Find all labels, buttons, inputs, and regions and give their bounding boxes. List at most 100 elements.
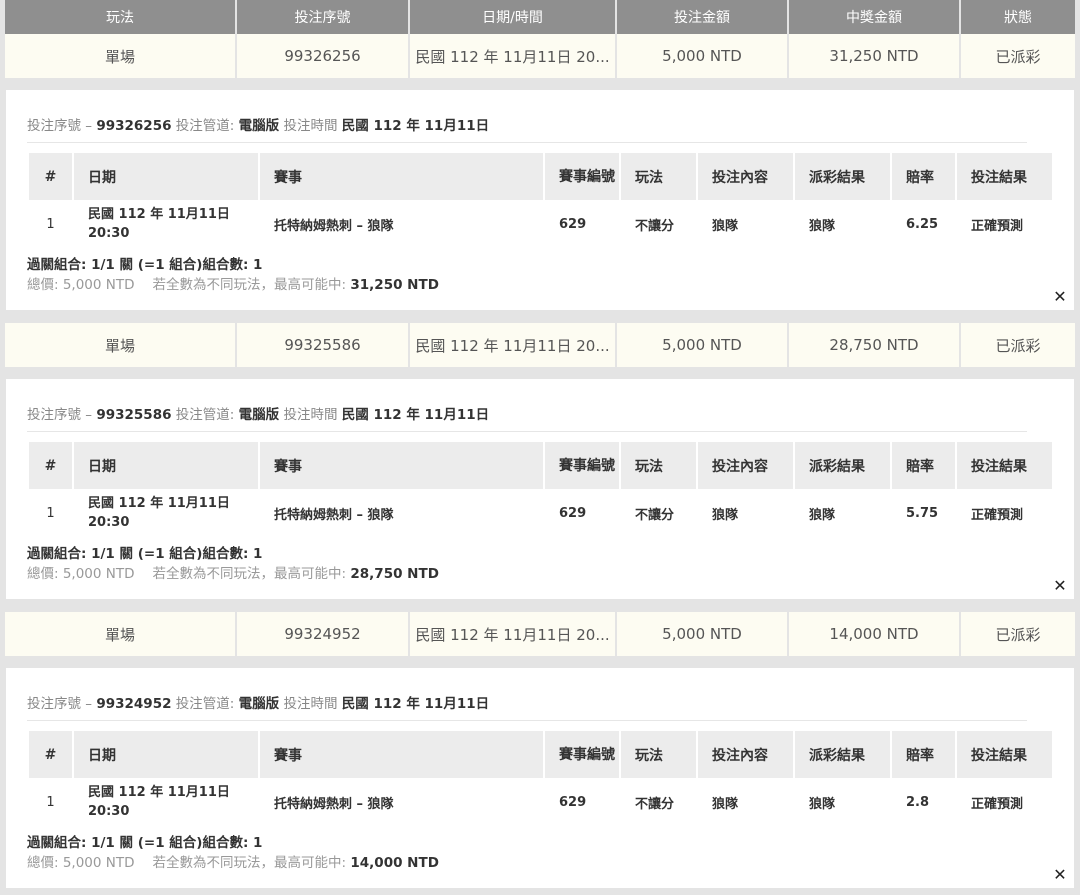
col-match: 賽事 xyxy=(260,442,543,489)
col-content: 投注內容 xyxy=(698,731,793,778)
row-content: 狼隊 xyxy=(712,507,739,523)
col-bet-result: 投注結果 xyxy=(957,153,1052,200)
bet-summary-row[interactable]: 單場 99324952 民國 112 年 11月11日 20... 5,000 … xyxy=(0,612,1080,656)
close-icon[interactable]: ✕ xyxy=(1050,864,1070,884)
serial-value: 99326256 xyxy=(96,118,172,134)
row-content: 狼隊 xyxy=(712,218,739,234)
bet-detail-panel: 投注序號 – 99325586 投注管道: 電腦版 投注時間 民國 112 年 … xyxy=(6,379,1074,599)
bet-summary-row[interactable]: 單場 99325586 民國 112 年 11月11日 20... 5,000 … xyxy=(0,323,1080,367)
serial-value: 99324952 xyxy=(96,696,172,712)
total-info: 總價: 5,000 NTD 若全數為不同玩法，最高可能中: 28,750 NTD xyxy=(27,562,439,582)
summary-amount: 5,000 NTD xyxy=(617,612,787,656)
bet-history-header-row: 玩法 投注序號 日期/時間 投注金額 中獎金額 狀態 xyxy=(0,0,1080,34)
summary-datetime: 民國 112 年 11月11日 20... xyxy=(410,323,615,367)
row-num: 1 xyxy=(46,505,55,521)
time-value: 民國 112 年 11月11日 xyxy=(341,696,490,712)
channel-value: 電腦版 xyxy=(238,696,280,712)
col-odds: 賠率 xyxy=(892,442,955,489)
summary-serial: 99326256 xyxy=(237,34,408,78)
col-bet-result: 投注結果 xyxy=(957,442,1052,489)
close-icon[interactable]: ✕ xyxy=(1050,575,1070,595)
col-match: 賽事 xyxy=(260,731,543,778)
serial-dash: – xyxy=(85,118,93,134)
header-serial: 投注序號 xyxy=(237,0,408,34)
row-num: 1 xyxy=(46,216,55,232)
summary-status: 已派彩 xyxy=(961,323,1075,367)
combo-info: 過關組合: 1/1 關 (=1 組合)組合數: 1 xyxy=(27,835,263,851)
summary-play-type: 單場 xyxy=(5,323,235,367)
row-date-line1: 民國 112 年 11月11日 xyxy=(88,785,230,800)
summary-status: 已派彩 xyxy=(961,34,1075,78)
row-date-line2: 20:30 xyxy=(88,515,130,530)
divider xyxy=(27,431,1027,432)
time-label: 投注時間 xyxy=(283,118,338,134)
row-date: 民國 112 年 11月11日 20:30 xyxy=(74,487,258,539)
header-play-type: 玩法 xyxy=(5,0,235,34)
row-match-no: 629 xyxy=(559,505,587,521)
col-num: # xyxy=(29,153,72,200)
row-odds: 5.75 xyxy=(906,505,939,521)
max-win-label: 若全數為不同玩法，最高可能中: xyxy=(152,277,347,293)
time-value: 民國 112 年 11月11日 xyxy=(341,407,490,423)
time-label: 投注時間 xyxy=(283,407,338,423)
serial-dash: – xyxy=(85,407,93,423)
row-odds: 2.8 xyxy=(906,794,930,810)
header-status: 狀態 xyxy=(961,0,1075,34)
row-result: 狼隊 xyxy=(809,796,836,812)
summary-prize: 31,250 NTD xyxy=(789,34,959,78)
row-bet-result: 正確預測 xyxy=(971,796,1024,812)
header-datetime: 日期/時間 xyxy=(410,0,615,34)
header-prize: 中獎金額 xyxy=(789,0,959,34)
total-info: 總價: 5,000 NTD 若全數為不同玩法，最高可能中: 31,250 NTD xyxy=(27,273,439,293)
row-match-no: 629 xyxy=(559,216,587,232)
divider xyxy=(27,142,1027,143)
col-match-no: 賽事編號 xyxy=(545,731,619,778)
summary-play-type: 單場 xyxy=(5,612,235,656)
summary-prize: 28,750 NTD xyxy=(789,323,959,367)
max-win-value: 31,250 NTD xyxy=(350,277,439,293)
summary-play-type: 單場 xyxy=(5,34,235,78)
col-odds: 賠率 xyxy=(892,153,955,200)
time-label: 投注時間 xyxy=(283,696,338,712)
detail-meta: 投注序號 – 99325586 投注管道: 電腦版 投注時間 民國 112 年 … xyxy=(27,403,489,423)
row-bet-result: 正確預測 xyxy=(971,218,1024,234)
col-match: 賽事 xyxy=(260,153,543,200)
channel-value: 電腦版 xyxy=(238,118,280,134)
col-odds: 賠率 xyxy=(892,731,955,778)
max-win-label: 若全數為不同玩法，最高可能中: xyxy=(152,566,347,582)
channel-value: 電腦版 xyxy=(238,407,280,423)
row-match-no: 629 xyxy=(559,794,587,810)
row-play: 不讓分 xyxy=(635,218,675,234)
col-match-no: 賽事編號 xyxy=(545,442,619,489)
serial-label: 投注序號 xyxy=(27,696,81,712)
channel-label: 投注管道: xyxy=(175,118,235,134)
divider xyxy=(27,720,1027,721)
serial-dash: – xyxy=(85,696,93,712)
col-num: # xyxy=(29,442,72,489)
channel-label: 投注管道: xyxy=(175,696,235,712)
combo-info: 過關組合: 1/1 關 (=1 組合)組合數: 1 xyxy=(27,257,263,273)
col-content: 投注內容 xyxy=(698,442,793,489)
summary-serial: 99325586 xyxy=(237,323,408,367)
header-amount: 投注金額 xyxy=(617,0,787,34)
bet-summary-row[interactable]: 單場 99326256 民國 112 年 11月11日 20... 5,000 … xyxy=(0,34,1080,78)
summary-datetime: 民國 112 年 11月11日 20... xyxy=(410,612,615,656)
row-date: 民國 112 年 11月11日 20:30 xyxy=(74,198,258,250)
col-play: 玩法 xyxy=(621,442,696,489)
col-date: 日期 xyxy=(74,442,258,489)
close-icon[interactable]: ✕ xyxy=(1050,286,1070,306)
serial-label: 投注序號 xyxy=(27,407,81,423)
row-result: 狼隊 xyxy=(809,218,836,234)
row-date-line2: 20:30 xyxy=(88,226,130,241)
row-date: 民國 112 年 11月11日 20:30 xyxy=(74,776,258,828)
row-date-line2: 20:30 xyxy=(88,804,130,819)
serial-value: 99325586 xyxy=(96,407,172,423)
row-match: 托特納姆熱刺 – 狼隊 xyxy=(274,796,394,812)
summary-status: 已派彩 xyxy=(961,612,1075,656)
max-win-value: 28,750 NTD xyxy=(350,566,439,582)
row-date-line1: 民國 112 年 11月11日 xyxy=(88,207,230,222)
col-play: 玩法 xyxy=(621,153,696,200)
total-price: 總價: 5,000 NTD xyxy=(27,277,135,293)
col-result: 派彩結果 xyxy=(795,153,890,200)
row-match: 托特納姆熱刺 – 狼隊 xyxy=(274,507,394,523)
